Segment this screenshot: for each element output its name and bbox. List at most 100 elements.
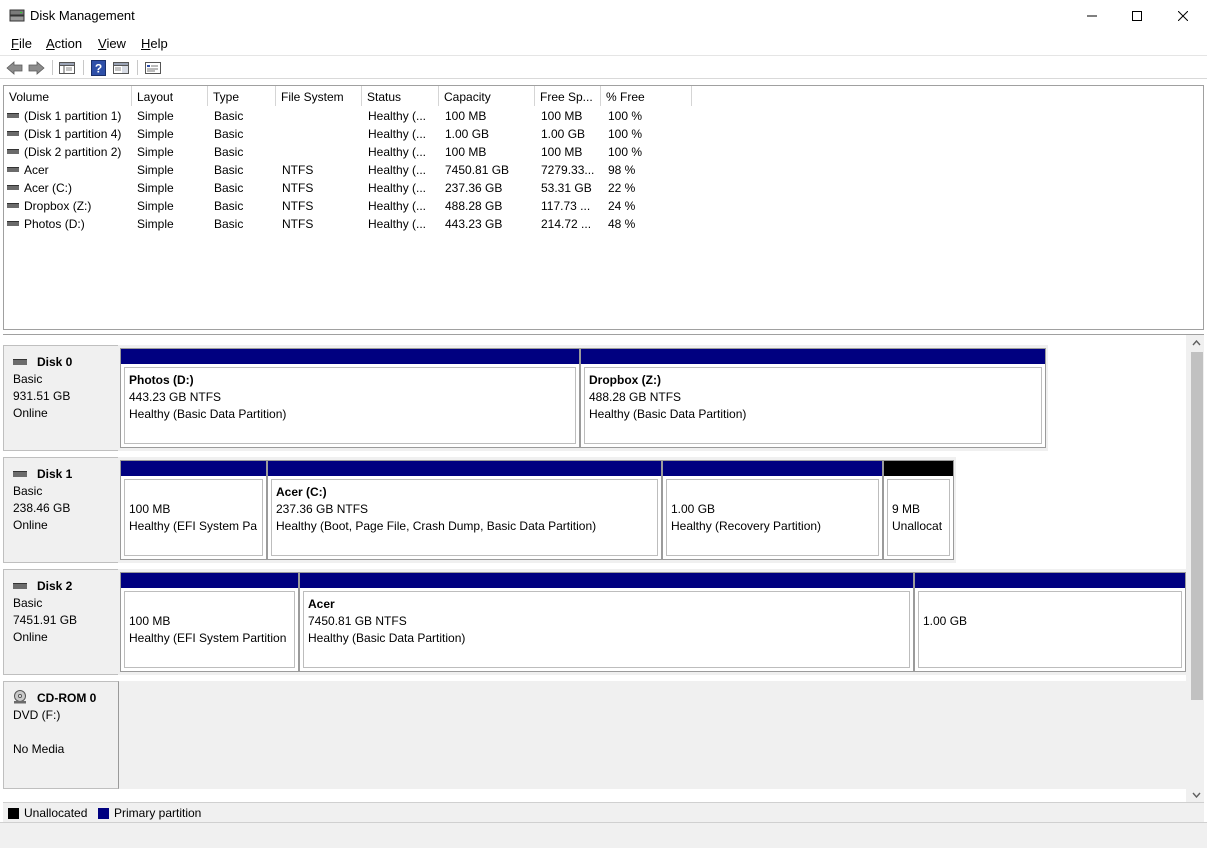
column-header-free-space[interactable]: Free Sp... <box>535 86 601 106</box>
table-cell: 100 MB <box>541 109 583 123</box>
column-header-capacity[interactable]: Capacity <box>439 86 535 106</box>
svg-text:?: ? <box>94 61 101 75</box>
table-row[interactable]: (Disk 1 partition 4) Simple Basic Healthy (… <box>4 125 1203 143</box>
column-header-percent-free[interactable]: % Free <box>601 86 692 106</box>
column-header-type[interactable]: Type <box>208 86 276 106</box>
table-cell: Healthy (... <box>368 199 427 213</box>
table-row[interactable]: Photos (D:) Simple Basic NTFS Healthy (... 44… <box>4 215 1203 233</box>
partition-dropbox[interactable]: Dropbox (Z:) 488.28 GB NTFS Healthy (Bas… <box>580 348 1046 448</box>
disk-1-label[interactable]: Disk 1 Basic 238.46 GB Online <box>3 457 119 563</box>
disk-state: Online <box>13 518 48 532</box>
properties-button[interactable] <box>144 59 162 76</box>
cdrom-0-label[interactable]: CD-ROM 0 DVD (F:) No Media <box>3 681 119 789</box>
menu-action[interactable]: Action <box>46 36 82 51</box>
disk-type: Basic <box>13 484 43 498</box>
graph-vertical-scrollbar[interactable] <box>1189 335 1204 803</box>
disk-graphical-view: Disk 0 Basic 931.51 GB Online Photos (D:… <box>3 334 1204 822</box>
partition-unallocated[interactable]: 9 MB Unallocat <box>883 460 954 560</box>
disk-0-label[interactable]: Disk 0 Basic 931.51 GB Online <box>3 345 119 451</box>
legend-label-primary-partition: Primary partition <box>114 806 202 820</box>
properties-icon <box>145 61 161 74</box>
disk-size: 238.46 GB <box>13 501 71 515</box>
hard-disk-icon <box>13 359 27 365</box>
maximize-icon <box>1132 11 1142 21</box>
volume-icon <box>7 203 19 208</box>
partition-acer-c[interactable]: Acer (C:) 237.36 GB NTFS Healthy (Boot, … <box>267 460 662 560</box>
table-cell: Basic <box>214 199 244 213</box>
table-cell: Healthy (... <box>368 145 427 159</box>
menu-file[interactable]: File <box>11 36 32 51</box>
table-cell: Simple <box>137 217 174 231</box>
table-row[interactable]: Acer (C:) Simple Basic NTFS Healthy (... 237.… <box>4 179 1203 197</box>
disk-size: 931.51 GB <box>13 389 71 403</box>
table-cell: Basic <box>214 181 244 195</box>
table-cell: Basic <box>214 217 244 231</box>
table-cell: 100 MB <box>445 109 487 123</box>
table-row[interactable]: Dropbox (Z:) Simple Basic NTFS Healthy (... 4… <box>4 197 1203 215</box>
hard-disk-icon <box>13 471 27 477</box>
back-arrow-icon <box>5 60 22 75</box>
primary-partition-bar <box>121 573 298 588</box>
table-cell: 443.23 GB <box>445 217 503 231</box>
minimize-button[interactable] <box>1069 0 1115 32</box>
menu-help[interactable]: Help <box>141 36 168 51</box>
menu-view[interactable]: View <box>98 36 126 51</box>
table-cell: 98 % <box>608 163 636 177</box>
scroll-up-arrow-icon[interactable] <box>1189 335 1204 350</box>
help-icon: ? <box>90 59 106 76</box>
table-cell: 7279.33... <box>541 163 595 177</box>
help-button[interactable]: ? <box>89 59 107 76</box>
table-cell: 237.36 GB <box>445 181 503 195</box>
table-cell: Simple <box>137 163 174 177</box>
volume-icon <box>7 221 19 226</box>
disk-name: Disk 0 <box>37 355 73 369</box>
show-hide-action-pane-button[interactable] <box>112 59 130 76</box>
disk-2-label[interactable]: Disk 2 Basic 7451.91 GB Online <box>3 569 119 675</box>
table-cell: 100 % <box>608 109 643 123</box>
forward-button[interactable] <box>27 59 45 76</box>
table-cell: (Disk 1 partition 1) <box>24 109 122 123</box>
disk-name: Disk 1 <box>37 467 73 481</box>
table-cell: Basic <box>214 145 244 159</box>
column-header-volume[interactable]: Volume <box>4 86 132 106</box>
table-row[interactable]: Acer Simple Basic NTFS Healthy (... 7450.81 G… <box>4 161 1203 179</box>
primary-partition-bar <box>268 461 661 476</box>
column-header-file-system[interactable]: File System <box>276 86 362 106</box>
menu-bar: File Action View Help <box>0 33 1207 55</box>
table-cell: 488.28 GB <box>445 199 503 213</box>
primary-partition-bar <box>915 573 1185 588</box>
primary-partition-bar <box>121 461 266 476</box>
table-cell: 7450.81 GB <box>445 163 510 177</box>
cdrom-0-area <box>119 681 1186 789</box>
back-button[interactable] <box>5 59 23 76</box>
table-row[interactable]: (Disk 1 partition 1) Simple Basic Healthy (… <box>4 107 1203 125</box>
table-cell: (Disk 2 partition 2) <box>24 145 122 159</box>
table-cell: Healthy (... <box>368 109 427 123</box>
show-hide-console-tree-button[interactable] <box>58 59 76 76</box>
column-header-status[interactable]: Status <box>362 86 439 106</box>
table-cell: 24 % <box>608 199 636 213</box>
table-cell: Simple <box>137 109 174 123</box>
column-header-layout[interactable]: Layout <box>132 86 208 106</box>
disk-state: No Media <box>13 742 65 756</box>
volume-icon <box>7 149 19 154</box>
scrollbar-thumb[interactable] <box>1191 352 1203 700</box>
minimize-icon <box>1087 15 1097 17</box>
scroll-down-arrow-icon[interactable] <box>1189 787 1204 802</box>
partition-recovery[interactable]: 1.00 GB Healthy (Recovery Partition) <box>662 460 883 560</box>
disk-name: CD-ROM 0 <box>37 691 97 705</box>
legend-swatch-primary-partition <box>98 808 109 819</box>
disk-type: Basic <box>13 596 43 610</box>
legend-swatch-unallocated <box>8 808 19 819</box>
partition-efi-system-disk-2[interactable]: 100 MB Healthy (EFI System Partition <box>120 572 299 672</box>
volume-icon <box>7 131 19 136</box>
maximize-button[interactable] <box>1114 0 1160 32</box>
close-button[interactable] <box>1160 0 1206 32</box>
primary-partition-bar <box>300 573 913 588</box>
table-row[interactable]: (Disk 2 partition 2) Simple Basic Healthy (… <box>4 143 1203 161</box>
partition-acer[interactable]: Acer 7450.81 GB NTFS Healthy (Basic Data… <box>299 572 914 672</box>
partition-efi-system[interactable]: 100 MB Healthy (EFI System Pa <box>120 460 267 560</box>
disk-state: Online <box>13 406 48 420</box>
partition-1gb[interactable]: 1.00 GB <box>914 572 1186 672</box>
partition-photos[interactable]: Photos (D:) 443.23 GB NTFS Healthy (Basi… <box>120 348 580 448</box>
